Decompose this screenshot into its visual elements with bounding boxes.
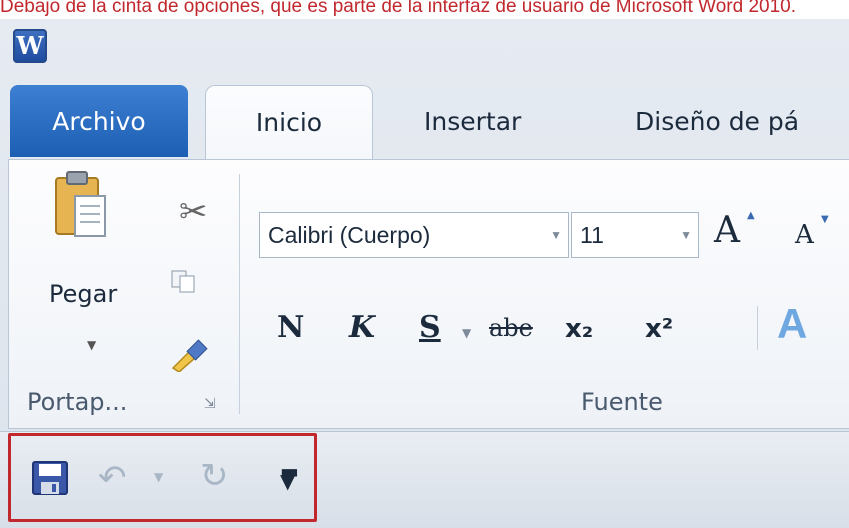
underline-button[interactable]: S (419, 310, 441, 345)
save-icon[interactable] (32, 461, 68, 495)
grow-font-icon[interactable]: A (714, 210, 740, 251)
ribbon-panel: Pegar ▼ ✂ Portap... ⇲ Calibri (Cuerpo) ▼… (8, 159, 849, 429)
bold-button[interactable]: N (277, 310, 304, 345)
customize-toolbar-icon[interactable]: ▬ ▼ (280, 461, 299, 491)
grow-arrow-icon: ▲ (747, 210, 755, 221)
undo-icon[interactable]: ↶ (98, 458, 127, 498)
copy-icon[interactable] (171, 270, 197, 294)
text-effects-icon[interactable]: A (777, 300, 807, 348)
redo-icon[interactable]: ↻ (200, 456, 229, 496)
font-size-value: 11 (580, 222, 604, 248)
caption-text: Debajo de la cinta de opciones, que es p… (0, 0, 797, 17)
paste-icon[interactable] (53, 168, 109, 240)
tab-insertar[interactable]: Insertar (424, 85, 521, 159)
word-app-icon[interactable]: W (13, 29, 47, 63)
cut-icon[interactable]: ✂ (179, 192, 208, 232)
tab-diseno[interactable]: Diseño de pá (635, 85, 799, 159)
shrink-arrow-icon: ▼ (821, 214, 829, 225)
shrink-font-glyph: A (795, 220, 814, 250)
undo-dropdown-icon[interactable]: ▼ (154, 470, 163, 484)
font-name-select[interactable]: Calibri (Cuerpo) ▼ (259, 212, 569, 258)
grow-font-glyph: A (714, 210, 740, 251)
italic-button[interactable]: K (349, 310, 375, 345)
paste-button-label[interactable]: Pegar (49, 280, 117, 308)
chevron-down-icon[interactable]: ▼ (550, 213, 562, 257)
clipboard-launcher-icon[interactable]: ⇲ (204, 396, 216, 412)
font-divider (757, 306, 758, 350)
subscript-button[interactable]: x₂ (565, 314, 593, 344)
underline-dropdown-icon[interactable]: ▼ (462, 326, 471, 340)
paste-dropdown-icon[interactable]: ▼ (87, 338, 96, 352)
font-name-value: Calibri (Cuerpo) (268, 222, 431, 248)
font-group-label: Fuente (581, 388, 663, 416)
strikethrough-button[interactable]: abe (489, 314, 533, 342)
clipboard-group-label: Portap... (27, 388, 128, 416)
chevron-down-icon[interactable]: ▼ (680, 213, 692, 257)
font-size-select[interactable]: 11 ▼ (571, 212, 699, 258)
group-separator (239, 174, 240, 414)
shrink-font-icon[interactable]: A (795, 220, 814, 250)
format-painter-icon[interactable] (169, 336, 209, 372)
tab-archivo[interactable]: Archivo (10, 85, 188, 157)
superscript-button[interactable]: x² (645, 314, 673, 344)
